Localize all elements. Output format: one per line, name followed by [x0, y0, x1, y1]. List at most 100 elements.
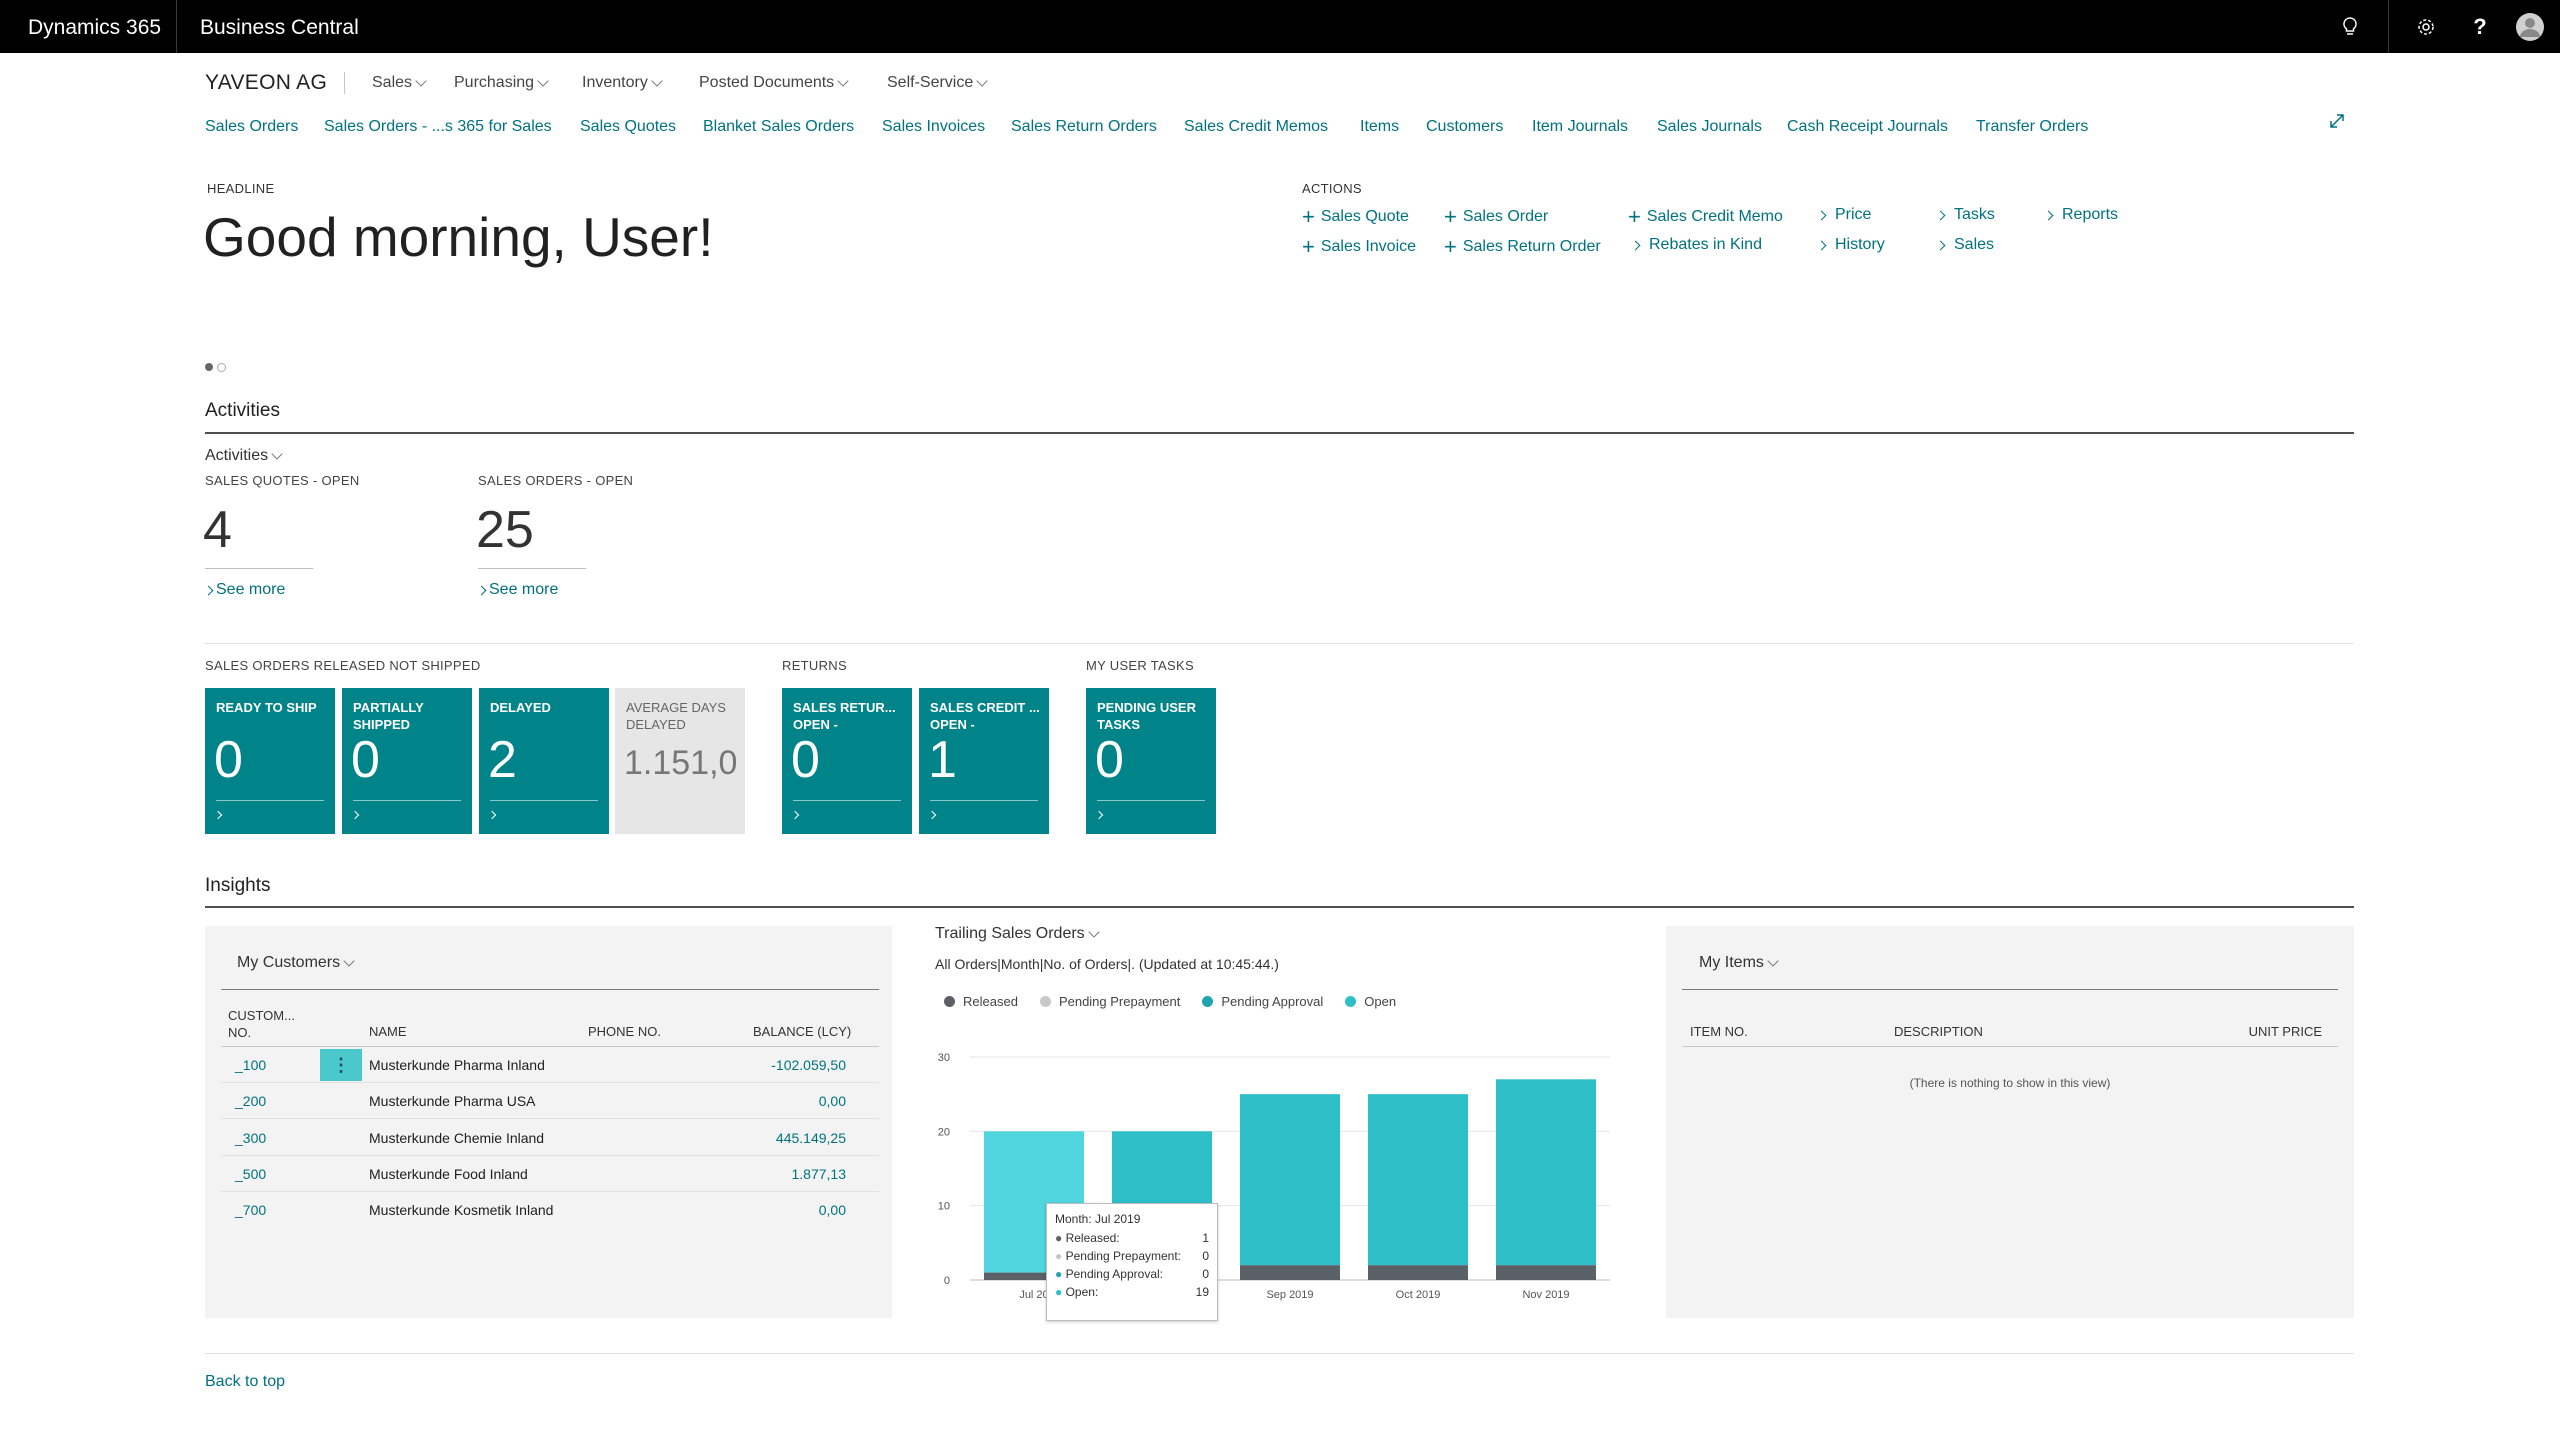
col-header-description[interactable]: DESCRIPTION	[1894, 1024, 1983, 1039]
table-row[interactable]: _200 Musterkunde Pharma USA 0,00	[221, 1083, 879, 1119]
nav-link-sales-quotes[interactable]: Sales Quotes	[580, 118, 676, 136]
cell-customer-no[interactable]: _700	[235, 1202, 266, 1218]
cell-balance[interactable]: 445.149,25	[776, 1130, 846, 1146]
menu-inventory[interactable]: Inventory	[582, 74, 663, 92]
tile-ready-to-ship[interactable]: READY TO SHIP 0	[205, 688, 335, 834]
nav-link-sales-credit-memos[interactable]: Sales Credit Memos	[1184, 118, 1328, 136]
plus-icon: +	[1444, 234, 1457, 259]
tile-label: SALES CREDIT ... OPEN -	[930, 700, 1040, 732]
carousel-dot-active[interactable]	[205, 363, 213, 371]
cell-balance[interactable]: 1.877,13	[792, 1166, 847, 1182]
my-items-title[interactable]: My Items	[1699, 954, 1779, 972]
row-menu-icon[interactable]: ⋮	[320, 1049, 362, 1081]
tooltip-row: ● Pending Approval: 0	[1055, 1267, 1209, 1281]
nav-link-sales-journals[interactable]: Sales Journals	[1657, 118, 1762, 136]
table-row[interactable]: _500 Musterkunde Food Inland 1.877,13	[221, 1156, 879, 1192]
bar-segment[interactable]	[1496, 1079, 1596, 1266]
action-new-sales-return-order[interactable]: + Sales Return Order	[1444, 236, 1601, 258]
table-row[interactable]: _300 Musterkunde Chemie Inland 445.149,2…	[221, 1119, 879, 1156]
user-icon[interactable]	[2510, 0, 2550, 53]
action-new-sales-quote[interactable]: + Sales Quote	[1302, 206, 1409, 228]
bar-segment[interactable]	[1368, 1265, 1468, 1280]
cell-name: Musterkunde Pharma USA	[369, 1093, 536, 1109]
action-rebates-in-kind[interactable]: Rebates in Kind	[1630, 236, 1762, 254]
tile-sales-credit-memos-open[interactable]: SALES CREDIT ... OPEN - 1	[919, 688, 1049, 834]
menu-sales[interactable]: Sales	[372, 74, 427, 92]
cell-customer-no[interactable]: _100	[235, 1057, 266, 1073]
cell-customer-no[interactable]: _200	[235, 1093, 266, 1109]
action-label: Sales Order	[1462, 208, 1549, 225]
trailing-sales-orders-chart[interactable]: 0102030Jul 20 Sep 2019 Oct 2019 Nov 2019	[930, 1040, 1630, 1310]
action-sales[interactable]: Sales	[1935, 236, 1994, 254]
cell-balance[interactable]: 0,00	[819, 1093, 846, 1109]
cell-balance[interactable]: -102.059,50	[771, 1057, 846, 1073]
action-new-sales-invoice[interactable]: + Sales Invoice	[1302, 236, 1416, 258]
action-new-sales-order[interactable]: + Sales Order	[1444, 206, 1548, 228]
col-header-phone[interactable]: PHONE NO.	[588, 1024, 661, 1039]
bar-segment[interactable]	[1240, 1094, 1340, 1266]
nav-link-blanket-sales-orders[interactable]: Blanket Sales Orders	[703, 118, 854, 136]
bar-segment[interactable]	[1496, 1265, 1596, 1280]
col-header-customer-no[interactable]: CUSTOM... NO.	[228, 1007, 308, 1041]
my-customers-title[interactable]: My Customers	[237, 954, 355, 972]
tile-average-days-delayed[interactable]: AVERAGE DAYS DELAYED 1.151,0	[615, 688, 745, 834]
menu-posted-documents[interactable]: Posted Documents	[699, 74, 849, 92]
action-tasks[interactable]: Tasks	[1935, 206, 1995, 224]
nav-link-sales-orders-d365[interactable]: Sales Orders - ...s 365 for Sales	[324, 118, 552, 136]
see-more-link[interactable]: See more	[476, 581, 558, 599]
bar-segment[interactable]	[1240, 1265, 1340, 1280]
bar-segment[interactable]	[1368, 1094, 1468, 1266]
help-icon[interactable]: ?	[2460, 0, 2500, 53]
cell-customer-no[interactable]: _500	[235, 1166, 266, 1182]
tooltip-row: ● Open: 19	[1055, 1285, 1209, 1299]
activities-group-toggle[interactable]: Activities	[205, 447, 283, 465]
trailing-sales-orders-title[interactable]: Trailing Sales Orders	[935, 925, 1100, 943]
tooltip-row: ● Pending Prepayment: 0	[1055, 1249, 1209, 1263]
table-row[interactable]: _100 ⋮ Musterkunde Pharma Inland -102.05…	[221, 1047, 879, 1083]
expand-icon[interactable]	[2328, 112, 2346, 130]
back-to-top-link[interactable]: Back to top	[205, 1373, 285, 1391]
nav-link-transfer-orders[interactable]: Transfer Orders	[1976, 118, 2088, 136]
tile-delayed[interactable]: DELAYED 2	[479, 688, 609, 834]
tile-partially-shipped[interactable]: PARTIALLY SHIPPED 0	[342, 688, 472, 834]
legend-item[interactable]: Open	[1345, 994, 1396, 1009]
col-header-item-no[interactable]: ITEM NO.	[1690, 1024, 1748, 1039]
tile-sales-return-orders-open[interactable]: SALES RETUR... OPEN - 0	[782, 688, 912, 834]
product-name[interactable]: Dynamics 365	[28, 0, 161, 53]
lightbulb-icon[interactable]	[2330, 0, 2370, 53]
app-name[interactable]: Business Central	[200, 0, 359, 53]
nav-link-sales-return-orders[interactable]: Sales Return Orders	[1011, 118, 1157, 136]
action-label: Rebates in Kind	[1649, 236, 1762, 253]
action-new-sales-credit-memo[interactable]: + Sales Credit Memo	[1628, 206, 1783, 228]
nav-link-sales-orders[interactable]: Sales Orders	[205, 118, 298, 136]
action-price[interactable]: Price	[1816, 206, 1871, 224]
cell-name: Musterkunde Food Inland	[369, 1166, 528, 1182]
action-label: Sales Return Order	[1462, 238, 1601, 255]
see-more-link[interactable]: See more	[203, 581, 285, 599]
legend-item[interactable]: Pending Approval	[1202, 994, 1323, 1009]
nav-link-items[interactable]: Items	[1360, 118, 1399, 136]
tile-pending-user-tasks[interactable]: PENDING USER TASKS 0	[1086, 688, 1216, 834]
nav-link-cash-receipt-journals[interactable]: Cash Receipt Journals	[1787, 118, 1948, 136]
table-row[interactable]: _700 Musterkunde Kosmetik Inland 0,00	[221, 1192, 879, 1228]
cue-sales-quotes-open[interactable]: 4	[203, 500, 232, 560]
menu-self-service[interactable]: Self-Service	[887, 74, 988, 92]
col-header-balance[interactable]: BALANCE (LCY)	[753, 1024, 851, 1039]
gear-icon[interactable]	[2406, 0, 2446, 53]
col-header-unit-price[interactable]: UNIT PRICE	[2249, 1024, 2322, 1039]
legend-item[interactable]: Pending Prepayment	[1039, 994, 1180, 1009]
col-header-name[interactable]: NAME	[369, 1024, 407, 1039]
action-reports[interactable]: Reports	[2043, 206, 2118, 224]
carousel-dot[interactable]	[217, 363, 226, 372]
nav-link-sales-invoices[interactable]: Sales Invoices	[882, 118, 985, 136]
action-history[interactable]: History	[1816, 236, 1885, 254]
tile-rule	[793, 800, 901, 801]
legend-item[interactable]: Released	[944, 994, 1018, 1009]
menu-purchasing[interactable]: Purchasing	[454, 74, 549, 92]
cell-balance[interactable]: 0,00	[819, 1202, 846, 1218]
nav-link-customers[interactable]: Customers	[1426, 118, 1503, 136]
cue-sales-orders-open[interactable]: 25	[476, 500, 534, 560]
company-name[interactable]: YAVEON AG	[205, 71, 327, 95]
nav-link-item-journals[interactable]: Item Journals	[1532, 118, 1628, 136]
cell-customer-no[interactable]: _300	[235, 1130, 266, 1146]
